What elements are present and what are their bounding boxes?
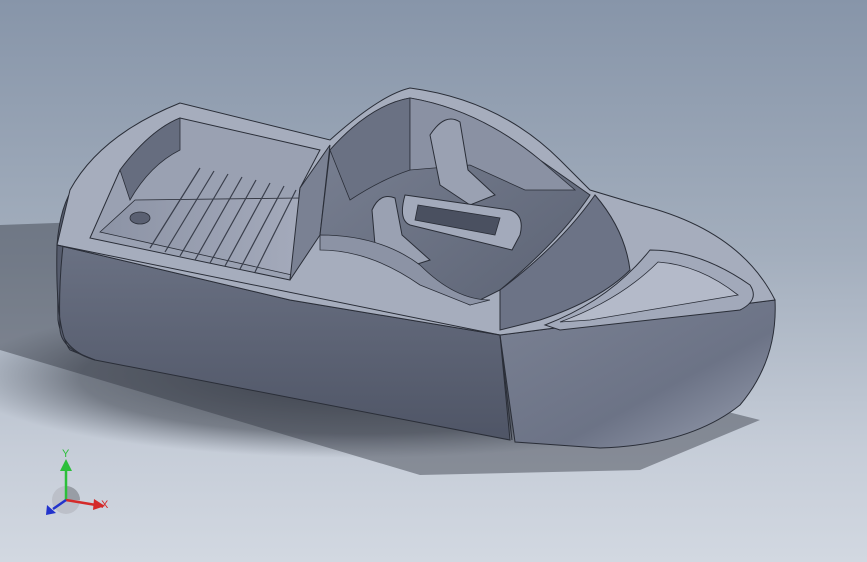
graphics-viewport[interactable]: Y X bbox=[0, 0, 867, 562]
triad-sphere-shade bbox=[66, 486, 80, 500]
deck-hole bbox=[129, 211, 151, 225]
y-axis-label: Y bbox=[62, 448, 70, 460]
x-axis-label: X bbox=[101, 499, 109, 511]
boat-model-3d[interactable] bbox=[0, 0, 867, 562]
y-axis-arrow-icon bbox=[60, 459, 72, 471]
orientation-triad[interactable]: Y X bbox=[38, 445, 118, 525]
